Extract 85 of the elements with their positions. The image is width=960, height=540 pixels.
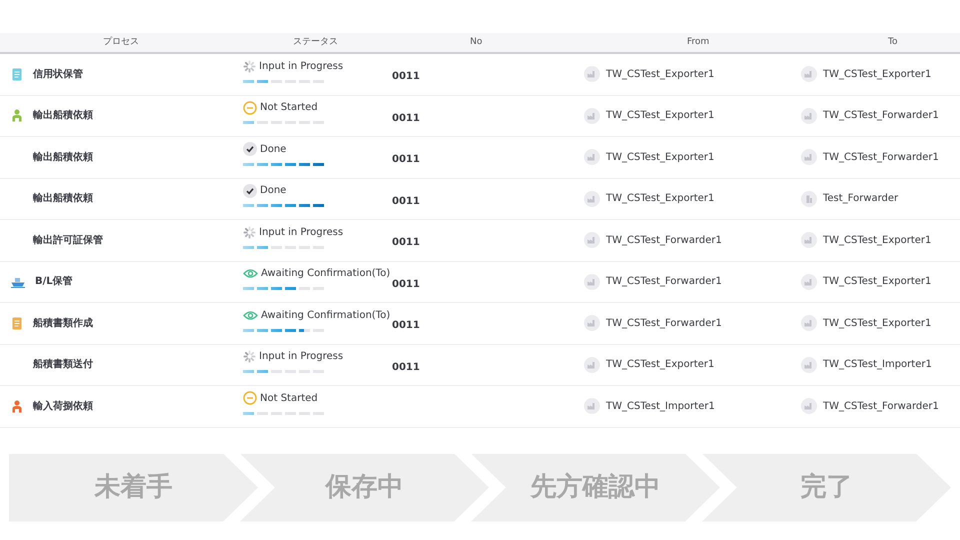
spinner-icon <box>243 226 256 239</box>
status-label: Input in Progress <box>259 60 344 74</box>
number-cell: 0011 <box>392 196 420 207</box>
process-name: 輸出船積依頼 <box>33 150 93 165</box>
column-header: To <box>888 36 898 49</box>
building-icon <box>801 190 817 207</box>
factory-icon <box>801 232 817 248</box>
factory-icon <box>584 315 600 332</box>
number-cell: 0011 <box>392 237 420 248</box>
person-icon <box>11 400 23 413</box>
factory-icon <box>584 274 600 290</box>
check-icon <box>243 184 257 198</box>
to-company: TW_CSTest_Exporter1 <box>823 68 932 82</box>
from-company: TW_CSTest_Importer1 <box>606 400 715 414</box>
factory-icon <box>801 315 817 332</box>
person-icon <box>11 109 23 122</box>
process-name: 輸入荷捌依頼 <box>33 400 93 414</box>
factory-icon <box>801 398 817 414</box>
factory-icon <box>584 398 600 414</box>
stage-chevron: 保存中 <box>240 454 489 522</box>
process-name: 輸出許可証保管 <box>33 234 103 248</box>
from-company: TW_CSTest_Exporter1 <box>606 109 714 124</box>
factory-icon <box>584 66 600 82</box>
status-label: Input in Progress <box>259 226 344 240</box>
column-header: From <box>687 36 710 49</box>
number-cell: 0011 <box>392 154 420 166</box>
number-cell: 0011 <box>392 278 420 290</box>
stage-chevron: 完了 <box>702 454 951 522</box>
to-company: TW_CSTest_Forwarder1 <box>823 109 939 124</box>
factory-icon <box>584 149 600 166</box>
from-company: TW_CSTest_Exporter1 <box>606 358 714 372</box>
number-cell: 0011 <box>392 112 420 124</box>
process-name: 船積書類送付 <box>33 358 93 372</box>
to-company: Test_Forwarder <box>823 192 898 206</box>
number-cell: 0011 <box>392 320 420 332</box>
ship-icon <box>11 276 25 288</box>
minus-circle-icon <box>243 100 257 115</box>
document-icon <box>11 316 23 330</box>
from-company: TW_CSTest_Forwarder1 <box>606 316 722 331</box>
factory-icon <box>801 108 817 124</box>
to-company: TW_CSTest_Exporter1 <box>823 275 932 290</box>
factory-icon <box>584 190 600 207</box>
column-header: ステータス <box>293 36 338 49</box>
status-label: Input in Progress <box>259 350 344 364</box>
status-label: Not Started <box>260 101 318 116</box>
to-company: TW_CSTest_Forwarder1 <box>823 400 939 414</box>
spinner-icon <box>243 60 256 73</box>
factory-icon <box>801 66 817 82</box>
process-name: 輸出船積依頼 <box>33 108 93 124</box>
to-company: TW_CSTest_Forwarder1 <box>823 150 939 165</box>
column-header: プロセス <box>103 36 139 49</box>
process-name: B/L保管 <box>35 274 73 290</box>
status-label: Awaiting Confirmation(To) <box>261 267 390 282</box>
eye-icon <box>243 310 258 321</box>
factory-icon <box>584 232 600 248</box>
from-company: TW_CSTest_Forwarder1 <box>606 234 722 248</box>
process-name: 船積書類作成 <box>33 316 93 331</box>
spinner-icon <box>243 350 256 364</box>
number-cell: 0011 <box>392 362 420 373</box>
from-company: TW_CSTest_Exporter1 <box>606 68 714 82</box>
column-header: No <box>470 36 482 49</box>
factory-icon <box>584 108 600 124</box>
document-icon <box>11 68 23 81</box>
process-name: 輸出船積依頼 <box>33 192 93 206</box>
status-label: Done <box>260 142 286 157</box>
eye-icon <box>243 268 258 280</box>
status-label: Not Started <box>260 392 318 406</box>
to-company: TW_CSTest_Importer1 <box>823 358 932 372</box>
factory-icon <box>801 274 817 290</box>
minus-circle-icon <box>243 391 257 406</box>
status-label: Awaiting Confirmation(To) <box>261 308 390 323</box>
to-company: TW_CSTest_Exporter1 <box>823 234 932 248</box>
stage-chevron: 未着手 <box>9 454 258 522</box>
from-company: TW_CSTest_Forwarder1 <box>606 275 722 290</box>
check-icon <box>243 142 257 156</box>
from-company: TW_CSTest_Exporter1 <box>606 150 714 165</box>
factory-icon <box>801 149 817 166</box>
number-cell: 0011 <box>392 71 420 82</box>
status-label: Done <box>260 184 286 198</box>
factory-icon <box>584 356 600 373</box>
from-company: TW_CSTest_Exporter1 <box>606 192 714 206</box>
process-name: 信用状保管 <box>33 68 83 82</box>
factory-icon <box>801 356 817 373</box>
stage-chevron: 先方確認中 <box>471 454 720 522</box>
to-company: TW_CSTest_Exporter1 <box>823 316 932 331</box>
